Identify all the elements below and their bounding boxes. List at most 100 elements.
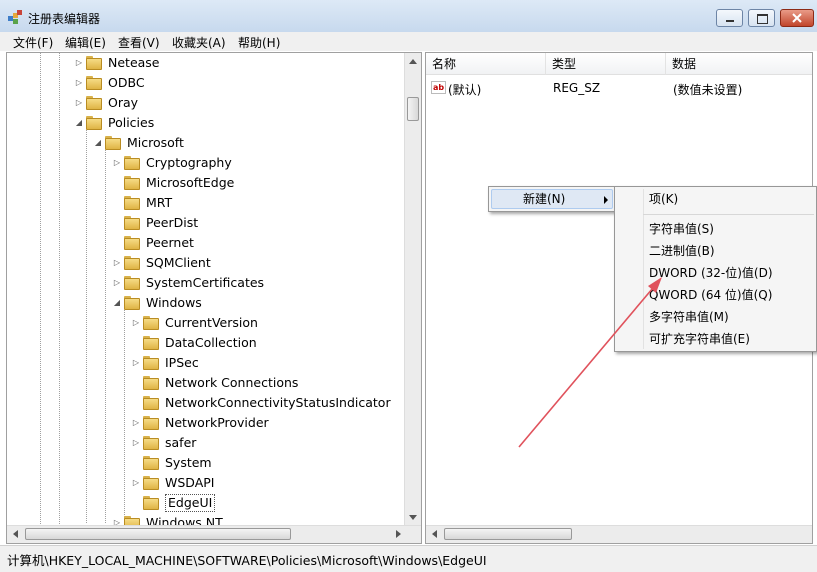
submenu-separator	[643, 214, 814, 215]
scroll-right-icon[interactable]	[396, 530, 401, 538]
menu-view[interactable]: 查看(V)	[118, 34, 160, 51]
folder-icon	[143, 356, 159, 370]
expand-collapse-closed-icon[interactable]: ▷	[131, 353, 141, 373]
tree-item[interactable]: Network Connections	[7, 373, 403, 393]
tree-item-label: SQMClient	[146, 255, 211, 270]
expand-collapse-open-icon[interactable]: ◢	[93, 133, 103, 153]
scroll-left-icon[interactable]	[432, 530, 437, 538]
tree-item[interactable]: ▷ Cryptography	[7, 153, 403, 173]
tree-item-label: MicrosoftEdge	[146, 175, 235, 190]
tree-item-label: NetworkConnectivityStatusIndicator	[165, 395, 391, 410]
tree-item[interactable]: NetworkConnectivityStatusIndicator	[7, 393, 403, 413]
tree-item[interactable]: DataCollection	[7, 333, 403, 353]
ctx-new-qword[interactable]: QWORD (64 位)值(Q)	[649, 284, 772, 306]
tree-item[interactable]: System	[7, 453, 403, 473]
expand-collapse-closed-icon[interactable]: ▷	[112, 153, 122, 173]
folder-icon	[143, 436, 159, 450]
tree-item[interactable]: ▷ IPSec	[7, 353, 403, 373]
minimize-icon	[726, 20, 734, 22]
ctx-new-binary[interactable]: 二进制值(B)	[649, 240, 715, 262]
submenu-gutter	[643, 189, 644, 349]
folder-icon	[143, 456, 159, 470]
menu-help[interactable]: 帮助(H)	[238, 34, 280, 51]
expand-collapse-closed-icon[interactable]: ▷	[74, 53, 84, 73]
title-bar: 注册表编辑器	[0, 0, 817, 33]
tree-horizontal-scrollbar[interactable]	[7, 525, 421, 543]
window-title: 注册表编辑器	[28, 12, 101, 26]
folder-icon	[143, 496, 159, 510]
string-value-icon: ab	[431, 81, 446, 94]
tree-item[interactable]: ◢ Microsoft	[7, 133, 403, 153]
ctx-new-key[interactable]: 项(K)	[649, 188, 678, 210]
tree-item[interactable]: PeerDist	[7, 213, 403, 233]
folder-icon	[124, 196, 140, 210]
folder-icon	[105, 136, 121, 150]
tree-item-label: EdgeUI	[165, 494, 216, 512]
tree-item[interactable]: ▷ WSDAPI	[7, 473, 403, 493]
close-icon	[792, 13, 802, 23]
tree-item[interactable]: ◢ Windows	[7, 293, 403, 313]
registry-tree-pane[interactable]: ▷ Netease ▷ ODBC ▷ Oray ◢ Policies ◢ Microsoft ▷ Cr…	[6, 52, 422, 544]
tree-item-label: Peernet	[146, 235, 194, 250]
expand-collapse-closed-icon[interactable]: ▷	[74, 93, 84, 113]
tree-item-label: PeerDist	[146, 215, 199, 230]
ctx-new-dword[interactable]: DWORD (32-位)值(D)	[649, 262, 773, 284]
tree-item[interactable]: ◢ Policies	[7, 113, 403, 133]
tree-item[interactable]: EdgeUI	[7, 493, 403, 513]
tree-item[interactable]: ▷ Netease	[7, 53, 403, 73]
menu-bar: 文件(F) 编辑(E) 查看(V) 收藏夹(A) 帮助(H)	[0, 32, 817, 51]
tree-vertical-scrollbar[interactable]	[404, 53, 421, 526]
values-horizontal-scroll-thumb[interactable]	[444, 528, 572, 540]
tree-item-label: Netease	[108, 55, 160, 70]
tree-item[interactable]: Peernet	[7, 233, 403, 253]
folder-icon	[143, 476, 159, 490]
tree-horizontal-scroll-thumb[interactable]	[25, 528, 291, 540]
tree-item[interactable]: ▷ NetworkProvider	[7, 413, 403, 433]
expand-collapse-closed-icon[interactable]: ▷	[112, 253, 122, 273]
ctx-new-menu-item[interactable]: 新建(N)	[523, 188, 565, 210]
tree-item[interactable]: ▷ SystemCertificates	[7, 273, 403, 293]
folder-icon	[86, 96, 102, 110]
values-horizontal-scrollbar[interactable]	[426, 525, 812, 543]
tree-item[interactable]: ▷ CurrentVersion	[7, 313, 403, 333]
ctx-new-expandstring[interactable]: 可扩充字符串值(E)	[649, 328, 750, 350]
menu-edit[interactable]: 编辑(E)	[65, 34, 106, 51]
tree-item-label: ODBC	[108, 75, 145, 90]
folder-icon	[143, 416, 159, 430]
expand-collapse-closed-icon[interactable]: ▷	[131, 433, 141, 453]
tree-item[interactable]: MRT	[7, 193, 403, 213]
maximize-button[interactable]	[748, 9, 775, 27]
column-header-name[interactable]: 名称	[426, 53, 546, 75]
tree-item[interactable]: ▷ safer	[7, 433, 403, 453]
folder-icon	[143, 396, 159, 410]
tree-item-label: Oray	[108, 95, 139, 110]
expand-collapse-closed-icon[interactable]: ▷	[131, 413, 141, 433]
tree-item-label: System	[165, 455, 212, 470]
minimize-button[interactable]	[716, 9, 743, 27]
ctx-new-string[interactable]: 字符串值(S)	[649, 218, 714, 240]
tree-item-label: DataCollection	[165, 335, 257, 350]
close-button[interactable]	[780, 9, 814, 27]
scroll-left-icon[interactable]	[13, 530, 18, 538]
expand-collapse-open-icon[interactable]: ◢	[74, 113, 84, 133]
menu-file[interactable]: 文件(F)	[13, 34, 53, 51]
expand-collapse-closed-icon[interactable]: ▷	[131, 313, 141, 333]
tree-item[interactable]: MicrosoftEdge	[7, 173, 403, 193]
column-header-data[interactable]: 数据	[666, 53, 812, 75]
expand-collapse-closed-icon[interactable]: ▷	[74, 73, 84, 93]
expand-collapse-closed-icon[interactable]: ▷	[131, 473, 141, 493]
ctx-new-multistring[interactable]: 多字符串值(M)	[649, 306, 729, 328]
folder-icon	[124, 276, 140, 290]
context-menu: 新建(N)	[488, 186, 616, 212]
tree-item[interactable]: ▷ ODBC	[7, 73, 403, 93]
tree-item[interactable]: ▷ SQMClient	[7, 253, 403, 273]
column-header-type[interactable]: 类型	[546, 53, 666, 75]
registry-editor-icon	[8, 10, 22, 24]
menu-favorites[interactable]: 收藏夹(A)	[172, 34, 226, 51]
tree-vertical-scroll-thumb[interactable]	[407, 97, 419, 121]
scroll-down-icon[interactable]	[409, 515, 417, 520]
expand-collapse-open-icon[interactable]: ◢	[112, 293, 122, 313]
scroll-up-icon[interactable]	[409, 59, 417, 64]
expand-collapse-closed-icon[interactable]: ▷	[112, 273, 122, 293]
tree-item[interactable]: ▷ Oray	[7, 93, 403, 113]
